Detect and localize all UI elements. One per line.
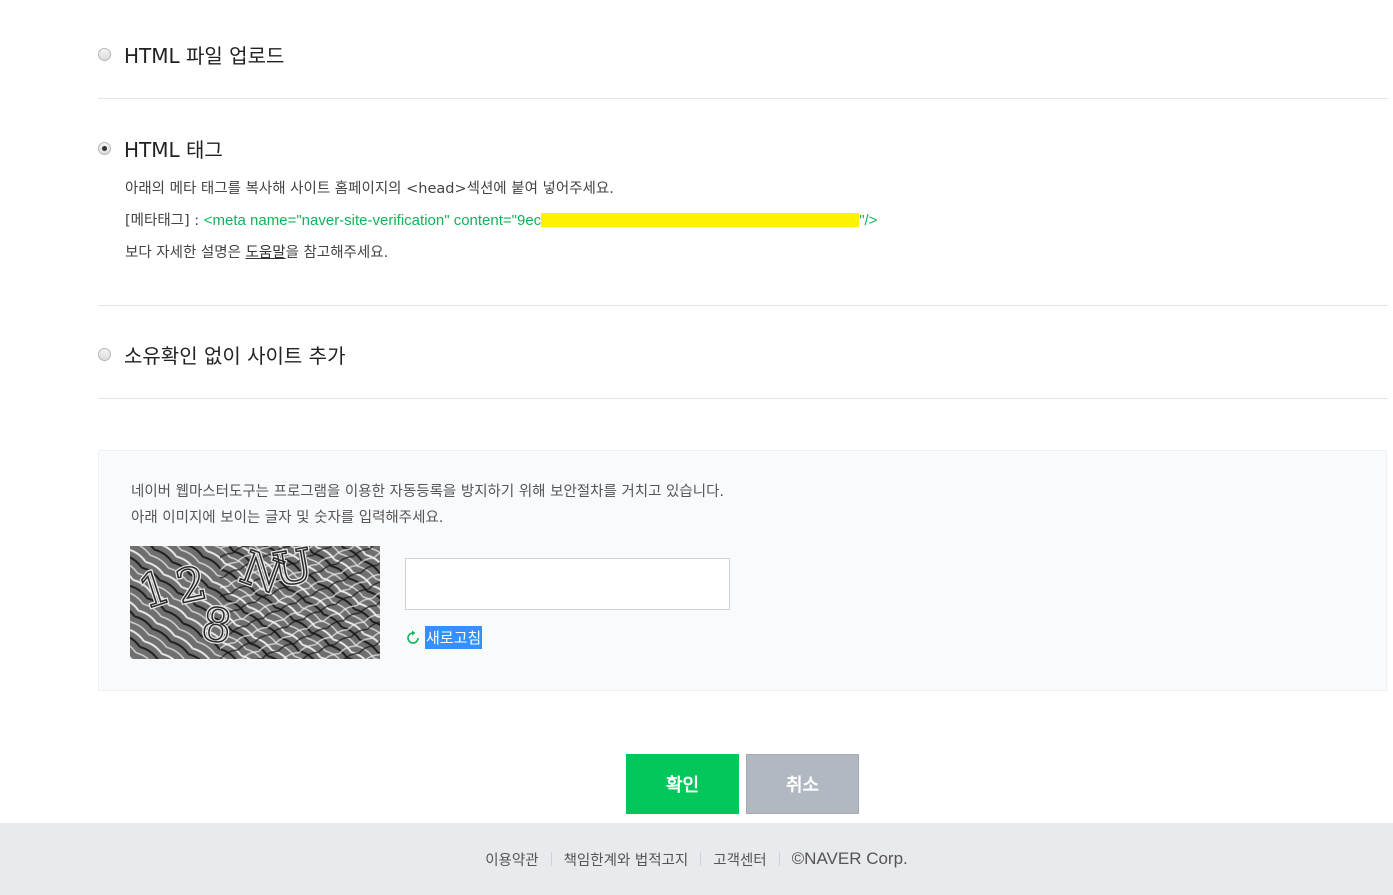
page: HTML 파일 업로드 HTML 태그 아래의 메타 태그를 복사해 사이트 홈…: [0, 0, 1393, 895]
footer-links: 이용약관 책임한계와 법적고지 고객센터 ©NAVER Corp.: [485, 849, 908, 870]
html-tag-label: HTML 태그: [124, 138, 223, 162]
meta-code-prefix: <meta name="naver-site-verification" con…: [203, 212, 542, 229]
no-verify-radio[interactable]: [98, 348, 111, 361]
file-upload-label: HTML 파일 업로드: [124, 44, 285, 68]
redaction-mark: [541, 213, 860, 227]
option-no-verify[interactable]: 소유확인 없이 사이트 추가: [98, 340, 345, 369]
refresh-label: 새로고침: [425, 626, 483, 649]
help-link[interactable]: 도움말: [246, 245, 286, 261]
html-tag-radio[interactable]: [98, 142, 111, 155]
confirm-button[interactable]: 확인: [626, 754, 739, 814]
no-verify-label: 소유확인 없이 사이트 추가: [124, 344, 346, 368]
captcha-panel: 네이버 웹마스터도구는 프로그램을 이용한 자동등록을 방지하기 위해 보안절차…: [98, 450, 1387, 691]
refresh-button[interactable]: 새로고침: [405, 626, 483, 649]
divider: [98, 98, 1388, 99]
footer-link-terms[interactable]: 이용약관: [485, 849, 538, 870]
meta-code-suffix: "/>: [859, 212, 878, 229]
footer: 이용약관 책임한계와 법적고지 고객센터 ©NAVER Corp.: [0, 823, 1393, 895]
option-file-upload[interactable]: HTML 파일 업로드: [98, 40, 284, 69]
captcha-image: 1 2 8 N U 1 2 8 N U: [130, 546, 380, 659]
file-upload-radio[interactable]: [98, 48, 111, 61]
refresh-icon: [407, 630, 419, 644]
copyright: ©NAVER Corp.: [791, 849, 908, 868]
divider: [98, 305, 1388, 306]
footer-link-support[interactable]: 고객센터: [713, 849, 766, 870]
meta-tag-line: [메타태그] : <meta name="naver-site-verifica…: [125, 209, 877, 230]
divider: [98, 398, 1388, 399]
captcha-input[interactable]: [405, 558, 730, 610]
cancel-button[interactable]: 취소: [746, 754, 859, 814]
help-line: 보다 자세한 설명은 도움말을 참고해주세요.: [125, 241, 388, 262]
meta-tag-label: [메타태그] :: [125, 213, 204, 229]
footer-separator: [550, 852, 552, 866]
captcha-notice: 네이버 웹마스터도구는 프로그램을 이용한 자동등록을 방지하기 위해 보안절차…: [131, 484, 725, 500]
meta-tag-code[interactable]: <meta name="naver-site-verification" con…: [204, 212, 878, 229]
captcha-char-shadow: U: [269, 546, 317, 597]
footer-separator: [778, 852, 780, 866]
meta-instruction: 아래의 메타 태그를 복사해 사이트 홈페이지의 <head>섹션에 붙여 넣어…: [125, 181, 614, 197]
footer-separator: [700, 852, 702, 866]
help-suffix: 을 참고해주세요.: [285, 245, 389, 261]
help-prefix: 보다 자세한 설명은: [125, 245, 246, 261]
option-html-tag[interactable]: HTML 태그: [98, 134, 223, 163]
footer-link-disclaimer[interactable]: 책임한계와 법적고지: [564, 849, 689, 870]
captcha-instruction: 아래 이미지에 보이는 글자 및 숫자를 입력해주세요.: [131, 510, 444, 526]
